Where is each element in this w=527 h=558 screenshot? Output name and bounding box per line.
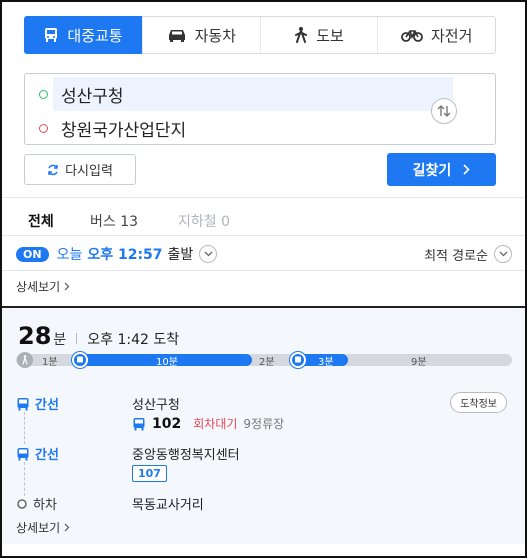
- search-label: 길찾기: [412, 162, 452, 179]
- reset-label: 다시입력: [65, 164, 113, 179]
- arrival-time: 오후 1:42 도착: [87, 332, 180, 348]
- sort-dropdown-button[interactable]: [494, 245, 512, 263]
- on-toggle-badge[interactable]: ON: [16, 246, 49, 262]
- chevron-right-icon: [64, 282, 70, 291]
- mode-label: 대중교통: [67, 26, 123, 45]
- mode-tab-car[interactable]: 자동차: [142, 17, 260, 53]
- origin-text: 성산구청: [61, 86, 124, 107]
- origin-dot-icon: [39, 89, 48, 99]
- bus-number-badge[interactable]: 107: [132, 465, 167, 482]
- depart-divider: [0, 270, 527, 271]
- bus-icon: [16, 447, 30, 461]
- destination-text: 창원국가산업단지: [61, 120, 187, 141]
- stop-count: 9정류장: [243, 417, 285, 431]
- step-alight: 하차: [16, 494, 57, 513]
- route-summary: 28 분 오후 1:42 도착: [18, 322, 179, 350]
- detail-link-top[interactable]: 상세보기: [16, 278, 70, 295]
- departure-time-row: ON 오늘 오후 12:57 출발 최적 경로순: [16, 244, 512, 264]
- mode-tab-bike[interactable]: 자전거: [377, 17, 495, 53]
- bus-seg-label-2: 3분: [318, 357, 334, 368]
- transfer-stop[interactable]: 중앙동행정복지센터: [132, 444, 240, 463]
- walk-seg-label-2: 2분: [259, 357, 275, 368]
- swap-route-button[interactable]: [431, 98, 457, 124]
- departure-time[interactable]: 오후 12:57: [87, 244, 162, 264]
- minutes-unit: 분: [53, 332, 67, 348]
- mode-tab-transit[interactable]: 대중교통: [24, 16, 142, 54]
- destination-field[interactable]: 창원국가산업단지: [39, 111, 443, 145]
- step-bus-2: 간선: [16, 444, 59, 463]
- step-bus-1: 간선: [16, 394, 59, 413]
- sort-label: 최적 경로순: [424, 248, 488, 264]
- route-result-card[interactable]: 28 분 오후 1:42 도착 1분 10분 2분 3분 9분 간선 성산구청: [2, 306, 525, 544]
- bus-line-info: 102 회차대기 9정류장: [132, 415, 284, 432]
- destination-dot-icon: [39, 123, 48, 133]
- chevron-down-icon: [204, 251, 213, 257]
- step-connector: [24, 462, 25, 496]
- walk-icon: [294, 27, 308, 43]
- transport-mode-tabs: 대중교통 자동차 도보 자전거: [24, 16, 496, 54]
- departure-day: 오늘: [56, 247, 83, 263]
- alighting-stop[interactable]: 목동교사거리: [132, 494, 204, 513]
- reset-input-button[interactable]: 다시입력: [24, 154, 136, 185]
- find-route-button[interactable]: 길찾기: [387, 153, 496, 186]
- bike-icon: [401, 28, 423, 42]
- sort-selector[interactable]: 최적 경로순: [424, 245, 512, 264]
- step-kind: 하차: [33, 498, 57, 513]
- mode-label: 자동차: [194, 26, 237, 45]
- bus-icon: [72, 352, 88, 368]
- bus-icon: [16, 397, 30, 411]
- mode-label: 도보: [316, 26, 344, 45]
- time-dropdown-button[interactable]: [199, 245, 218, 263]
- refresh-icon: [47, 164, 59, 176]
- chevron-right-icon: [463, 164, 470, 175]
- tab-subway[interactable]: 지하철 0: [178, 211, 230, 231]
- step-kind: 간선: [35, 398, 59, 413]
- walk-seg-label-1: 1분: [42, 357, 58, 368]
- walk-seg-label-3: 9분: [411, 357, 427, 368]
- bus-number[interactable]: 102: [152, 416, 181, 432]
- total-minutes: 28: [18, 322, 52, 350]
- car-icon: [167, 28, 187, 42]
- swap-arrows-icon: [437, 105, 451, 117]
- route-timeline: 1분 10분 2분 3분 9분: [16, 352, 512, 368]
- alight-circle-icon: [16, 498, 28, 510]
- section-divider: [0, 197, 527, 198]
- bus-icon: [290, 352, 306, 368]
- arrival-info-button[interactable]: 도착정보: [450, 392, 507, 413]
- boarding-stop[interactable]: 성산구청: [132, 394, 180, 413]
- summary-separator: [76, 333, 78, 344]
- tab-bus[interactable]: 버스 13: [90, 211, 138, 231]
- step-kind: 간선: [35, 448, 59, 463]
- detail-label: 상세보기: [16, 280, 61, 294]
- detail-label: 상세보기: [16, 521, 61, 535]
- chevron-down-icon: [499, 251, 508, 257]
- mode-label: 자전거: [430, 26, 473, 45]
- mode-tab-walk[interactable]: 도보: [259, 17, 378, 53]
- bus-icon: [43, 27, 59, 43]
- chevron-right-icon: [64, 523, 70, 532]
- wait-status: 회차대기: [193, 417, 238, 431]
- origin-field[interactable]: 성산구청: [39, 77, 453, 111]
- step-connector: [24, 412, 25, 444]
- bus-seg-label-1: 10분: [156, 357, 178, 368]
- detail-link-result[interactable]: 상세보기: [16, 519, 70, 536]
- walk-icon: [17, 352, 33, 368]
- route-input-box: 성산구청 창원국가산업단지: [24, 73, 496, 145]
- tabs-divider: [0, 235, 527, 236]
- departure-suffix: 출발: [167, 247, 194, 263]
- bus-icon: [132, 417, 146, 431]
- tab-all[interactable]: 전체: [28, 211, 54, 231]
